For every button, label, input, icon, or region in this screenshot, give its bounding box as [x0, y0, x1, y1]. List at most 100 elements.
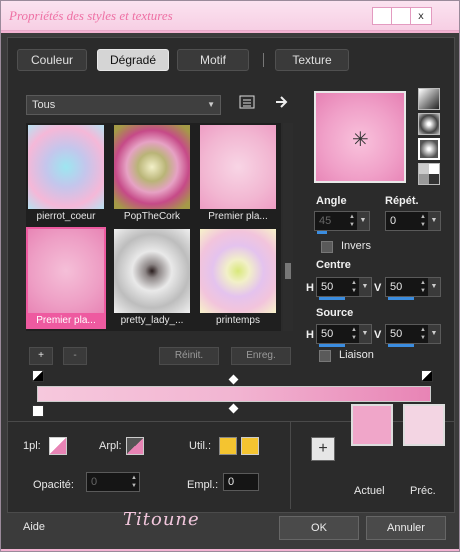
gradient-thumb[interactable]: Premier pla... [198, 123, 278, 225]
pink-border-bottom [1, 549, 459, 551]
source-v-input[interactable]: 50 ▲ ▼ ▼ [385, 324, 441, 347]
background-plan-label: Arpl: [99, 440, 122, 452]
gradient-preview-image [114, 125, 190, 209]
sunburst-type-button[interactable] [418, 163, 440, 185]
opacity-input[interactable]: 0 ▲ ▼ [86, 472, 140, 492]
radial-type-button[interactable] [418, 138, 440, 160]
gradient-preview-image [28, 229, 104, 313]
help-link[interactable]: Aide [23, 521, 45, 533]
angle-input[interactable]: 45 ▲ ▼ ▼ [314, 211, 370, 234]
gradient-editor-bar[interactable] [37, 386, 431, 402]
gradient-preview-image [28, 125, 104, 209]
first-plan-swatch[interactable] [49, 437, 67, 455]
previous-color-swatch[interactable] [403, 404, 445, 446]
gradient-preview-image [200, 125, 276, 209]
scroll-thumb[interactable] [285, 263, 291, 279]
save-button[interactable]: Enreg. [231, 347, 291, 365]
background-plan-swatch[interactable] [126, 437, 144, 455]
gallery-scrollbar[interactable] [283, 123, 293, 331]
source-h-input[interactable]: 50 ▲ ▼ ▼ [316, 324, 372, 347]
invert-checkbox[interactable] [321, 241, 333, 253]
dropdown-arrow-icon[interactable]: ▼ [359, 278, 371, 296]
remove-gradient-button[interactable]: - [63, 347, 87, 365]
add-gradient-button[interactable]: + [29, 347, 53, 365]
dropdown-arrow-icon[interactable]: ▼ [357, 212, 369, 230]
dropdown-arrow-icon[interactable]: ▼ [428, 212, 440, 230]
spin-arrows-icon[interactable]: ▲ ▼ [351, 279, 357, 295]
center-v-slider[interactable] [388, 297, 414, 300]
source-v-slider[interactable] [388, 344, 414, 347]
gradient-thumb[interactable]: pierrot_coeur [26, 123, 106, 225]
gradient-thumb[interactable]: PopTheCork [112, 123, 192, 225]
spin-arrows-icon[interactable]: ▲ ▼ [131, 474, 137, 490]
center-h-label: H [306, 282, 314, 294]
gradient-label: pierrot_coeur [36, 211, 96, 222]
spin-arrows-icon[interactable]: ▲ ▼ [420, 326, 426, 342]
category-value: Tous [32, 99, 56, 111]
gradient-thumb[interactable]: printemps [198, 227, 278, 329]
center-h-value: 50 [321, 281, 334, 293]
rectangular-type-button[interactable] [418, 113, 440, 135]
source-h-slider[interactable] [319, 344, 345, 347]
top-right-stop-marker[interactable] [421, 370, 433, 382]
center-h-slider[interactable] [319, 297, 345, 300]
use-swatch-small[interactable] [219, 437, 237, 455]
dropdown-arrow-icon[interactable]: ▼ [428, 278, 440, 296]
first-plan-label: 1pl: [23, 440, 41, 452]
previous-color-label: Préc. [410, 485, 436, 497]
center-marker-icon[interactable]: ✳ [352, 127, 369, 151]
ok-button[interactable]: OK [279, 516, 359, 540]
opacity-label: Opacité: [33, 479, 74, 491]
gradient-preview[interactable]: ✳ [314, 91, 406, 183]
dropdown-arrow-icon[interactable]: ▼ [428, 325, 440, 343]
spin-arrows-icon[interactable]: ▲ ▼ [420, 279, 426, 295]
tab-motif[interactable]: Motif [177, 49, 249, 71]
styles-textures-dialog: Propriétés des styles et textures x Coul… [0, 0, 460, 552]
repeat-input[interactable]: 0 ▲ ▼ ▼ [385, 211, 441, 231]
center-label: Centre [316, 259, 351, 271]
current-color-swatch[interactable] [351, 404, 393, 446]
reset-button[interactable]: Réinit. [159, 347, 219, 365]
signature-watermark: Titoune [123, 509, 200, 530]
add-color-button[interactable]: + [311, 437, 335, 461]
source-h-value: 50 [321, 328, 334, 340]
cancel-button[interactable]: Annuler [366, 516, 446, 540]
location-input[interactable]: 0 [223, 473, 259, 491]
close-button[interactable]: x [410, 7, 432, 25]
center-h-input[interactable]: 50 ▲ ▼ ▼ [316, 277, 372, 300]
linear-type-button[interactable] [418, 88, 440, 110]
tab-texture[interactable]: Texture [275, 49, 349, 71]
category-dropdown[interactable]: Tous ▼ [26, 95, 221, 115]
gradient-preview-image [114, 229, 190, 313]
spin-arrows-icon[interactable]: ▲ ▼ [349, 213, 355, 229]
link-checkbox[interactable] [319, 350, 331, 362]
arrow-right-icon[interactable] [273, 94, 291, 112]
gradient-label: pretty_lady_... [120, 315, 184, 326]
gradient-preview-image [200, 229, 276, 313]
spin-arrows-icon[interactable]: ▲ ▼ [351, 326, 357, 342]
source-v-value: 50 [390, 328, 403, 340]
repeat-label: Répét. [385, 195, 419, 207]
center-v-input[interactable]: 50 ▲ ▼ ▼ [385, 277, 441, 300]
tab-degrade[interactable]: Dégradé [97, 49, 169, 71]
angle-slider[interactable] [317, 231, 327, 234]
top-left-stop-marker[interactable] [32, 370, 44, 382]
bottom-left-stop-marker[interactable] [32, 405, 44, 417]
source-label: Source [316, 307, 354, 319]
use-swatch-large[interactable] [241, 437, 259, 455]
vertical-separator [290, 421, 291, 509]
list-view-icon[interactable] [238, 94, 256, 112]
gradient-label: PopTheCork [123, 211, 181, 222]
pink-border-top [1, 31, 459, 33]
source-h-label: H [306, 329, 314, 341]
invert-label: Invers [341, 240, 371, 252]
spin-arrows-icon[interactable]: ▲ ▼ [420, 213, 426, 229]
dropdown-arrow-icon[interactable]: ▼ [359, 325, 371, 343]
angle-label: Angle [316, 195, 347, 207]
gradient-thumb-selected[interactable]: Premier pla... [26, 227, 106, 329]
tab-separator [263, 53, 264, 67]
tab-couleur[interactable]: Couleur [17, 49, 87, 71]
chevron-down-icon: ▼ [207, 100, 215, 109]
gradient-thumb[interactable]: pretty_lady_... [112, 227, 192, 329]
use-label: Util.: [189, 440, 211, 452]
